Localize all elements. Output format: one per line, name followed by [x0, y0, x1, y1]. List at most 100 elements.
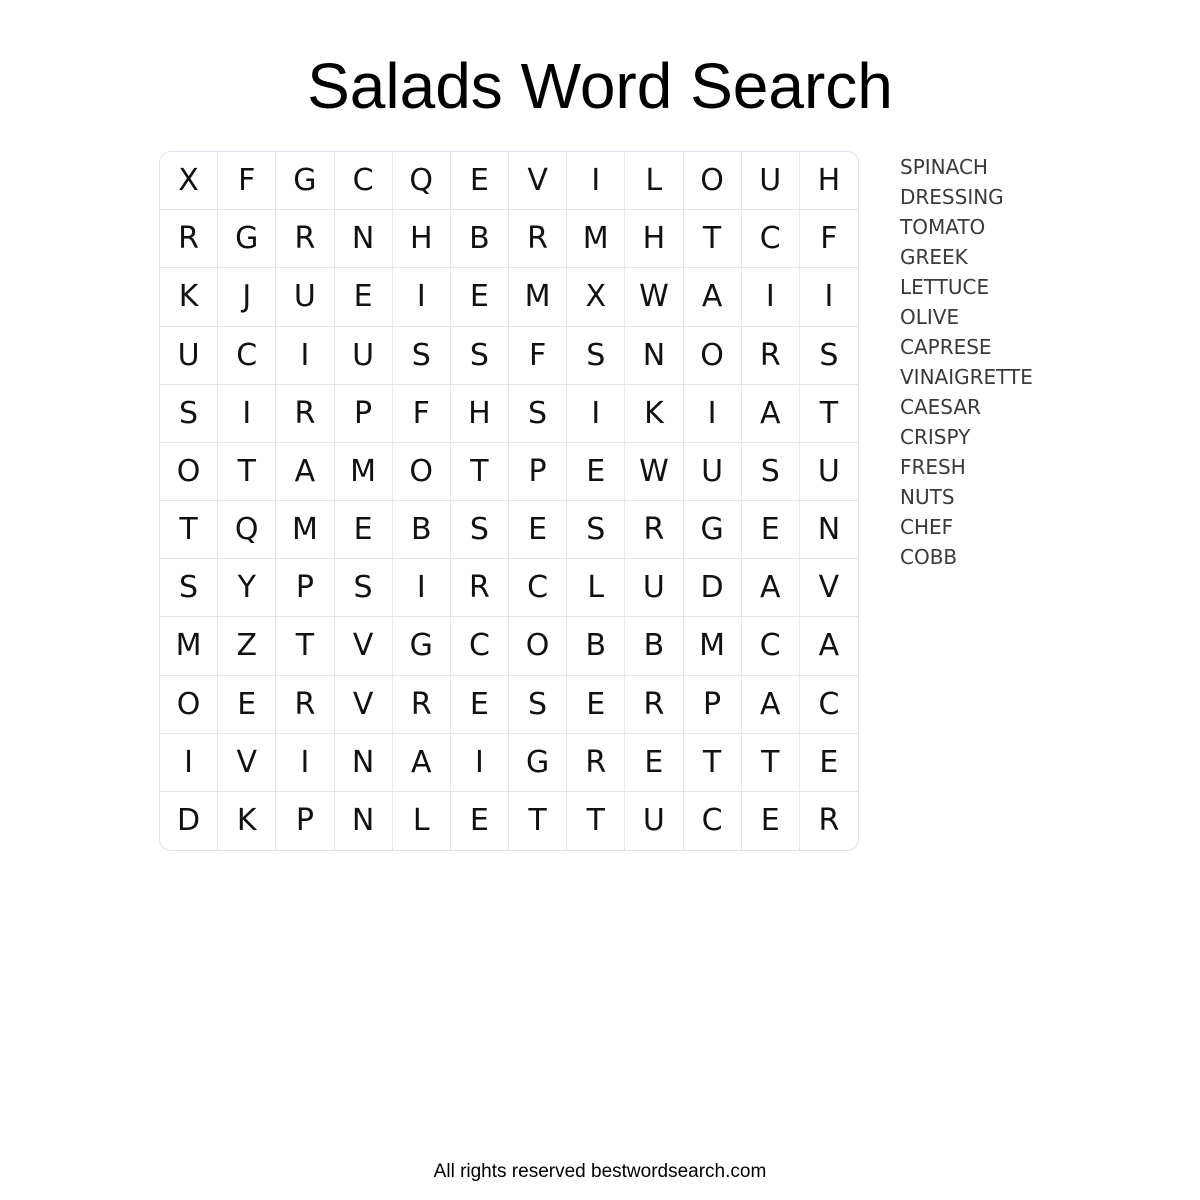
- grid-cell[interactable]: E: [451, 791, 509, 850]
- grid-cell[interactable]: Y: [218, 559, 277, 618]
- grid-cell[interactable]: U: [160, 326, 219, 385]
- grid-cell[interactable]: R: [276, 675, 335, 734]
- grid-cell[interactable]: C: [334, 152, 393, 211]
- grid-cell[interactable]: E: [334, 268, 393, 327]
- grid-cell[interactable]: H: [450, 384, 509, 443]
- grid-cell[interactable]: E: [799, 734, 858, 792]
- grid-cell[interactable]: R: [160, 210, 219, 269]
- grid-cell[interactable]: P: [334, 384, 393, 443]
- grid-cell[interactable]: S: [799, 327, 858, 385]
- grid-cell[interactable]: O: [683, 326, 742, 385]
- grid-cell[interactable]: X: [567, 268, 626, 327]
- grid-cell[interactable]: N: [335, 791, 393, 850]
- grid-cell[interactable]: E: [625, 733, 684, 792]
- grid-cell[interactable]: E: [567, 442, 626, 501]
- grid-cell[interactable]: C: [741, 210, 800, 269]
- grid-cell[interactable]: C: [741, 617, 800, 676]
- grid-cell[interactable]: O: [392, 442, 451, 501]
- grid-cell[interactable]: O: [683, 152, 742, 211]
- grid-cell[interactable]: I: [683, 384, 742, 443]
- grid-cell[interactable]: U: [625, 791, 684, 850]
- grid-cell[interactable]: U: [799, 443, 858, 501]
- grid-cell[interactable]: O: [160, 442, 219, 501]
- grid-cell[interactable]: K: [218, 791, 277, 850]
- grid-cell[interactable]: U: [683, 442, 742, 501]
- grid-cell[interactable]: H: [392, 210, 451, 269]
- grid-cell[interactable]: Q: [218, 501, 277, 560]
- grid-cell[interactable]: T: [160, 501, 219, 560]
- grid-cell[interactable]: H: [799, 152, 858, 211]
- grid-cell[interactable]: S: [567, 501, 626, 560]
- grid-cell[interactable]: S: [509, 384, 568, 443]
- grid-cell[interactable]: S: [450, 501, 509, 560]
- grid-cell[interactable]: M: [276, 501, 335, 560]
- grid-cell[interactable]: M: [334, 442, 393, 501]
- grid-cell[interactable]: A: [276, 442, 335, 501]
- grid-cell[interactable]: N: [799, 501, 858, 560]
- grid-cell[interactable]: N: [334, 210, 393, 269]
- grid-cell[interactable]: C: [799, 676, 858, 734]
- grid-cell[interactable]: C: [218, 326, 277, 385]
- grid-cell[interactable]: B: [450, 210, 509, 269]
- grid-cell[interactable]: C: [684, 791, 742, 850]
- grid-cell[interactable]: G: [218, 210, 277, 269]
- grid-cell[interactable]: V: [799, 559, 858, 618]
- grid-cell[interactable]: E: [450, 675, 509, 734]
- grid-cell[interactable]: E: [450, 268, 509, 327]
- grid-cell[interactable]: T: [509, 791, 568, 850]
- grid-cell[interactable]: L: [625, 152, 684, 211]
- grid-cell[interactable]: G: [509, 733, 568, 792]
- grid-cell[interactable]: L: [393, 791, 451, 850]
- grid-cell[interactable]: P: [683, 675, 742, 734]
- grid-cell[interactable]: Q: [392, 152, 451, 211]
- grid-cell[interactable]: O: [160, 675, 219, 734]
- grid-cell[interactable]: I: [567, 384, 626, 443]
- grid-cell[interactable]: S: [392, 326, 451, 385]
- grid-cell[interactable]: D: [683, 559, 742, 618]
- grid-cell[interactable]: R: [625, 501, 684, 560]
- grid-cell[interactable]: V: [334, 617, 393, 676]
- grid-cell[interactable]: D: [160, 791, 219, 850]
- grid-cell[interactable]: A: [741, 559, 800, 618]
- grid-cell[interactable]: L: [567, 559, 626, 618]
- grid-cell[interactable]: I: [392, 559, 451, 618]
- grid-cell[interactable]: V: [509, 152, 568, 211]
- grid-cell[interactable]: K: [160, 268, 219, 327]
- grid-cell[interactable]: W: [625, 268, 684, 327]
- grid-cell[interactable]: X: [160, 152, 219, 211]
- grid-cell[interactable]: A: [683, 268, 742, 327]
- grid-cell[interactable]: S: [334, 559, 393, 618]
- grid-cell[interactable]: T: [450, 442, 509, 501]
- grid-cell[interactable]: G: [683, 501, 742, 560]
- grid-cell[interactable]: M: [160, 617, 219, 676]
- grid-cell[interactable]: U: [276, 268, 335, 327]
- grid-cell[interactable]: A: [799, 617, 858, 676]
- grid-cell[interactable]: O: [509, 617, 568, 676]
- grid-cell[interactable]: P: [509, 442, 568, 501]
- grid-cell[interactable]: E: [334, 501, 393, 560]
- grid-cell[interactable]: M: [567, 210, 626, 269]
- grid-cell[interactable]: G: [392, 617, 451, 676]
- grid-cell[interactable]: C: [509, 559, 568, 618]
- grid-cell[interactable]: F: [218, 152, 277, 211]
- grid-cell[interactable]: N: [334, 733, 393, 792]
- grid-cell[interactable]: G: [276, 152, 335, 211]
- grid-cell[interactable]: R: [509, 210, 568, 269]
- grid-cell[interactable]: T: [218, 442, 277, 501]
- grid-cell[interactable]: M: [509, 268, 568, 327]
- grid-cell[interactable]: T: [683, 210, 742, 269]
- grid-cell[interactable]: E: [567, 675, 626, 734]
- grid-cell[interactable]: H: [625, 210, 684, 269]
- grid-cell[interactable]: S: [509, 675, 568, 734]
- grid-cell[interactable]: B: [625, 617, 684, 676]
- grid-cell[interactable]: E: [509, 501, 568, 560]
- grid-cell[interactable]: S: [567, 326, 626, 385]
- grid-cell[interactable]: S: [741, 442, 800, 501]
- grid-cell[interactable]: S: [160, 559, 219, 618]
- grid-cell[interactable]: R: [276, 210, 335, 269]
- grid-cell[interactable]: E: [741, 501, 800, 560]
- grid-cell[interactable]: N: [625, 326, 684, 385]
- grid-cell[interactable]: R: [567, 733, 626, 792]
- grid-cell[interactable]: R: [625, 675, 684, 734]
- grid-cell[interactable]: I: [276, 326, 335, 385]
